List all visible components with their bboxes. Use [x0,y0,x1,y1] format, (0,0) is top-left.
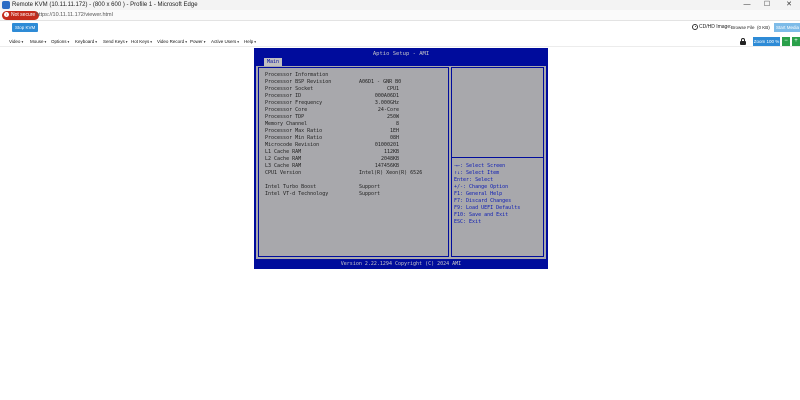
row-processor-core: Processor Core 24-Core [265,107,399,113]
tab-main[interactable]: Main [264,58,283,66]
cd-image-label-group: CD/HD Image: [692,23,732,32]
zoom-out-button[interactable]: − [782,37,790,46]
help-save-exit: F10: Save and Exit [454,212,509,218]
row-memory-channel: Memory Channel 8 [265,121,399,127]
row-cpu1-version: CPU1 Version Intel(R) Xeon(R) 6526 [265,170,423,176]
menu-keyboard[interactable]: Keyboard▾ [75,36,97,47]
edge-app-icon [2,1,10,9]
row-processor-tdp: Processor TDP 250W [265,114,399,120]
close-icon[interactable]: ✕ [780,0,798,10]
maximize-icon[interactable]: ☐ [758,0,776,10]
window-title-bar: Remote KVM (10.11.11.172) - (800 x 600 )… [0,0,800,10]
disc-icon [692,23,698,30]
processor-info-pane: Processor Information Processor BSP Revi… [258,67,449,257]
row-microcode-revision: Microcode Revision 01000201 [265,142,399,148]
cd-image-label: CD/HD Image: [699,24,732,30]
lock-icon[interactable] [740,38,746,45]
zoom-in-button[interactable]: + [792,37,800,46]
row-turbo-boost: Intel Turbo Boost Support [265,184,381,190]
file-size-label: (0 KB) [757,25,770,30]
start-media-button[interactable]: Start Media [774,23,800,32]
menu-options[interactable]: Options▾ [51,36,69,47]
help-pane: →←: Select Screen ↑↓: Select Item Enter:… [451,67,544,257]
help-load-defaults: F9: Load UEFI Defaults [454,205,521,211]
row-processor-information: Processor Information [265,72,329,78]
kvm-toolbar: Stop KVM CD/HD Image: Browse File (0 KB)… [0,21,800,34]
address-bar: ! Not secure https://10.11.11.172/viewer.… [0,10,800,21]
help-select-screen: →←: Select Screen [454,163,506,169]
menu-video-record[interactable]: Video Record▾ [157,36,187,47]
stop-kvm-button[interactable]: Stop KVM [12,23,39,32]
row-l2-cache: L2 Cache RAM 2048KB [265,156,399,162]
row-bsp-revision: Processor BSP Revision A06D1 - GNR B0 [265,79,402,85]
menu-mouse[interactable]: Mouse▾ [30,36,46,47]
bios-footer: Version 2.22.1294 Copyright (C) 2024 AMI [340,261,462,267]
help-change-option: +/-: Change Option [454,184,509,190]
bios-title: Aptio Setup - AMI [372,51,430,57]
help-discard-changes: F7: Discard Changes [454,198,512,204]
menu-hot-keys[interactable]: Hot Keys▾ [131,36,152,47]
help-general-help: F1: General Help [454,191,503,197]
row-vtd-technology: Intel VT-d Technology Support [265,191,381,197]
warning-icon: ! [4,12,9,18]
menu-active-users[interactable]: Active Users▾ [211,36,239,47]
menu-power[interactable]: Power▾ [190,36,206,47]
zoom-button[interactable]: Zoom 100 % [753,37,780,46]
row-processor-id: Processor ID 000A06D1 [265,93,399,99]
help-select-item: ↑↓: Select Item [454,170,500,176]
not-secure-badge[interactable]: ! Not secure [2,11,40,20]
menu-help[interactable]: Help▾ [244,36,256,47]
row-l1-cache: L1 Cache RAM 112KB [265,149,399,155]
window-title: Remote KVM (10.11.11.172) - (800 x 600 )… [12,2,198,8]
not-secure-label: Not secure [11,12,36,18]
kvm-console-screen[interactable]: Aptio Setup - AMI Main Processor Informa… [254,48,548,269]
help-enter-select: Enter: Select [454,177,494,183]
row-processor-min-ratio: Processor Min Ratio 08H [265,135,399,141]
row-processor-max-ratio: Processor Max Ratio 1EH [265,128,399,134]
url-field[interactable]: https://10.11.11.172/viewer.html [36,10,113,21]
help-esc-exit: ESC: Exit [454,219,482,225]
menu-send-keys[interactable]: Send Keys▾ [103,36,128,47]
row-processor-socket: Processor Socket CPU1 [265,86,399,92]
kvm-menu-bar: Video▾ Mouse▾ Options▾ Keyboard▾ Send Ke… [0,36,800,47]
browse-file-button[interactable]: Browse File [731,23,755,32]
minimize-icon[interactable]: — [738,0,756,10]
menu-video[interactable]: Video▾ [9,36,23,47]
bios-panel: Processor Information Processor BSP Revi… [256,66,546,259]
row-l3-cache: L3 Cache RAM 147456KB [265,163,399,169]
help-divider [452,157,543,158]
row-processor-frequency: Processor Frequency 3.000GHz [265,100,399,106]
